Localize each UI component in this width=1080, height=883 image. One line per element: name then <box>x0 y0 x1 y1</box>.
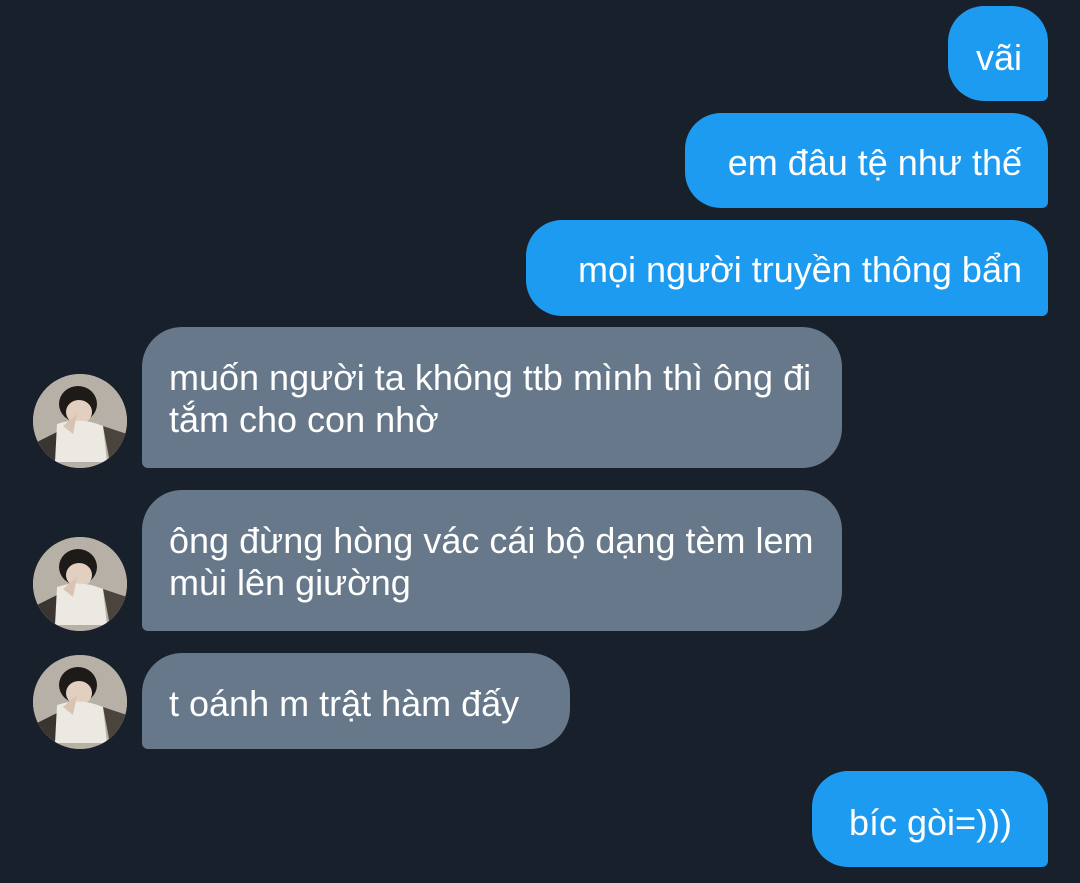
avatar-photo-icon <box>33 537 127 631</box>
outgoing-message[interactable]: em đâu tệ như thế <box>685 113 1048 208</box>
user-avatar[interactable] <box>33 537 127 631</box>
user-avatar[interactable] <box>33 374 127 468</box>
avatar-photo-icon <box>33 655 127 749</box>
avatar-photo-icon <box>33 374 127 468</box>
incoming-message[interactable]: t oánh m trật hàm đấy <box>142 653 570 749</box>
outgoing-message[interactable]: bíc gòi=))) <box>812 771 1048 867</box>
incoming-message[interactable]: ông đừng hòng vác cái bộ dạng tèm lem mù… <box>142 490 842 631</box>
chat-thread: vãi em đâu tệ như thế mọi người truyền t… <box>0 0 1080 883</box>
outgoing-message[interactable]: mọi người truyền thông bẩn <box>526 220 1048 316</box>
incoming-message[interactable]: muốn người ta không ttb mình thì ông đi … <box>142 327 842 468</box>
outgoing-message[interactable]: vãi <box>948 6 1048 101</box>
user-avatar[interactable] <box>33 655 127 749</box>
